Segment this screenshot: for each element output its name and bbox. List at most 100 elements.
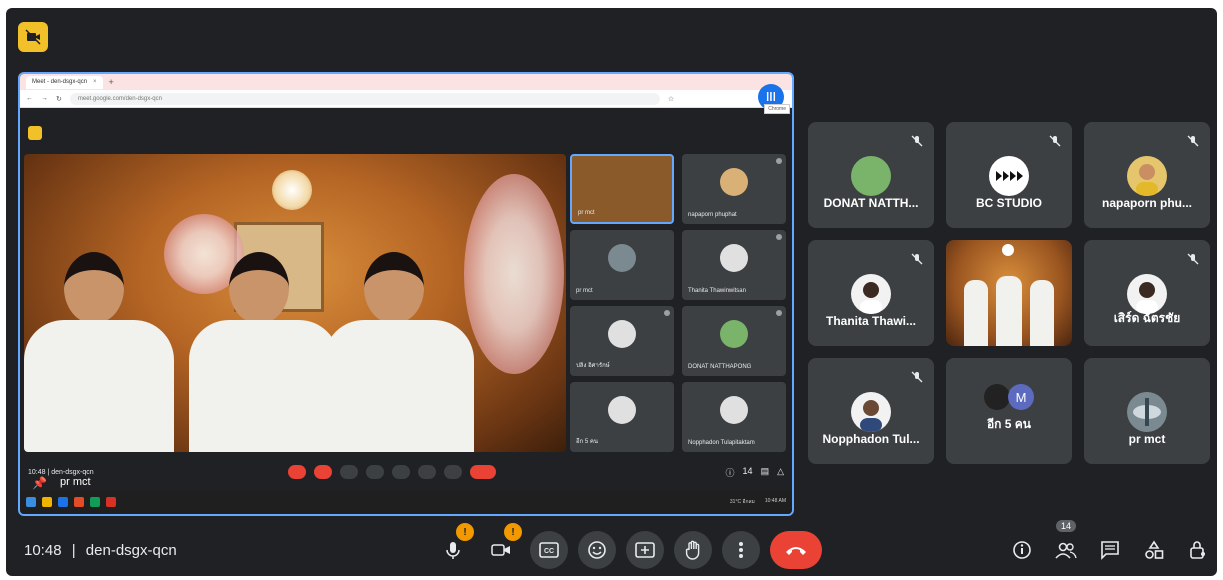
taskbar-app-icon[interactable] bbox=[74, 497, 84, 507]
present-icon bbox=[635, 542, 655, 558]
host-controls-button[interactable] bbox=[1182, 534, 1214, 566]
windows-taskbar: 31°C อีกลม 10:48 AM bbox=[20, 490, 792, 514]
participant-tile[interactable]: BC STUDIO bbox=[946, 122, 1072, 228]
call-controls: ! ! CC bbox=[434, 523, 822, 569]
participant-tile[interactable]: DONAT NATTH... bbox=[808, 122, 934, 228]
close-icon[interactable]: × bbox=[93, 79, 97, 85]
people-button[interactable]: 14 bbox=[1050, 520, 1082, 566]
end-call-button[interactable] bbox=[770, 531, 822, 569]
inner-present-button[interactable] bbox=[392, 465, 410, 479]
meeting-separator: | bbox=[71, 541, 76, 559]
inner-info-icon[interactable]: ⓘ bbox=[726, 466, 735, 479]
taskbar-app-icon[interactable] bbox=[58, 497, 68, 507]
mic-off-icon bbox=[911, 371, 923, 383]
address-text: meet.google.com/den-dsgx-qcn bbox=[77, 95, 162, 102]
participant-name: Nopphadon Tul... bbox=[822, 432, 920, 446]
emoji-icon bbox=[588, 541, 606, 559]
inner-chat-icon[interactable]: ▤ bbox=[761, 466, 770, 479]
inner-thumb[interactable]: Thanita Thawinwitsan bbox=[682, 230, 786, 300]
more-options-button[interactable] bbox=[722, 531, 760, 569]
browser-tab[interactable]: Meet - den-dsgx-qcn × bbox=[26, 75, 103, 89]
chat-button[interactable] bbox=[1094, 534, 1126, 566]
recording-indicator bbox=[18, 22, 48, 52]
captions-button[interactable]: CC bbox=[530, 531, 568, 569]
new-tab-icon[interactable]: + bbox=[109, 77, 114, 87]
participant-name: เสิร์ด ฉัตรชัย bbox=[1113, 311, 1181, 325]
inner-captions-button[interactable] bbox=[340, 465, 358, 479]
inner-emoji-button[interactable] bbox=[366, 465, 384, 479]
participant-tile[interactable]: Nopphadon Tul... bbox=[808, 358, 934, 464]
meeting-details-button[interactable] bbox=[1006, 534, 1038, 566]
tooltip: Chrome bbox=[764, 104, 790, 114]
mic-off-icon bbox=[1187, 135, 1199, 147]
present-button[interactable] bbox=[626, 531, 664, 569]
inner-thumb[interactable]: ปลิง อิศารักษ์ bbox=[570, 306, 674, 376]
info-icon bbox=[1013, 541, 1031, 559]
recording-icon bbox=[25, 29, 41, 45]
inner-thumb[interactable]: napaporn phuphat bbox=[682, 154, 786, 224]
inner-thumb[interactable]: pr mct bbox=[570, 230, 674, 300]
svg-text:CC: CC bbox=[544, 548, 554, 555]
participant-group-tile[interactable]: M อีก 5 คน bbox=[946, 358, 1072, 464]
inner-thumb[interactable]: อีก 5 คน bbox=[570, 382, 674, 452]
inner-more-button[interactable] bbox=[444, 465, 462, 479]
inner-control-bar: 10:48 | den-dsgx-qcn ⓘ 14 ▤ △ bbox=[20, 454, 792, 490]
participant-tile[interactable]: napaporn phu... bbox=[1084, 122, 1210, 228]
raise-hand-button[interactable] bbox=[674, 531, 712, 569]
person-avatar bbox=[851, 274, 891, 314]
more-vert-icon bbox=[739, 542, 743, 558]
pinned-name: pr mct bbox=[60, 476, 91, 488]
reload-icon[interactable]: ↻ bbox=[56, 95, 62, 103]
star-icon[interactable]: ☆ bbox=[668, 95, 674, 103]
taskbar-app-icon[interactable] bbox=[106, 497, 116, 507]
start-icon[interactable] bbox=[26, 497, 36, 507]
lock-person-icon bbox=[1190, 541, 1205, 559]
meet-window: Meet - den-dsgx-qcn × + ← → ↻ meet.googl… bbox=[6, 8, 1217, 576]
bc-studio-logo-icon bbox=[989, 156, 1029, 196]
bottom-control-bar: 10:48 | den-dsgx-qcn ! ! CC 14 bbox=[6, 520, 1217, 576]
address-bar[interactable]: meet.google.com/den-dsgx-qcn bbox=[69, 92, 660, 105]
back-icon[interactable]: ← bbox=[26, 95, 33, 102]
person-avatar bbox=[1127, 156, 1167, 196]
inner-people-count[interactable]: 14 bbox=[743, 466, 753, 479]
mic-warning-badge: ! bbox=[456, 523, 474, 541]
participant-tile[interactable]: เสิร์ด ฉัตรชัย bbox=[1084, 240, 1210, 346]
browser-tab-strip: Meet - den-dsgx-qcn × + bbox=[20, 74, 792, 90]
inner-thumb[interactable]: pr mct bbox=[570, 154, 674, 224]
hand-icon bbox=[685, 540, 700, 560]
camera-button[interactable]: ! bbox=[482, 523, 522, 569]
logo-avatar bbox=[1127, 392, 1167, 432]
forward-icon[interactable]: → bbox=[41, 95, 48, 102]
people-icon bbox=[1055, 542, 1077, 559]
people-count-badge: 14 bbox=[1056, 520, 1077, 532]
browser-tab-title: Meet - den-dsgx-qcn bbox=[32, 79, 88, 85]
inner-activities-icon[interactable]: △ bbox=[777, 466, 784, 479]
inner-camera-button[interactable] bbox=[314, 465, 332, 479]
participant-tile[interactable]: Thanita Thawi... bbox=[808, 240, 934, 346]
weather-text: 31°C อีกลม bbox=[729, 499, 755, 505]
inner-recording-icon bbox=[28, 126, 42, 140]
inner-end-call-button[interactable] bbox=[470, 465, 496, 479]
person-center bbox=[189, 252, 339, 452]
participant-video-tile[interactable] bbox=[946, 240, 1072, 346]
mic-button[interactable]: ! bbox=[434, 523, 474, 569]
person-right bbox=[324, 252, 474, 452]
inner-mic-button[interactable] bbox=[288, 465, 306, 479]
inner-thumb[interactable]: DONAT NATTHAPONG bbox=[682, 306, 786, 376]
right-controls: 14 bbox=[1006, 520, 1214, 566]
chat-icon bbox=[1101, 541, 1119, 560]
inner-hand-button[interactable] bbox=[418, 465, 436, 479]
participant-name: อีก 5 คน bbox=[986, 417, 1032, 431]
inner-thumb[interactable]: Nopphadon Tulapitaktam bbox=[682, 382, 786, 452]
taskbar-app-icon[interactable] bbox=[42, 497, 52, 507]
pin-icon[interactable]: 📌 bbox=[32, 476, 47, 490]
taskbar-app-icon[interactable] bbox=[90, 497, 100, 507]
participant-name: DONAT NATTH... bbox=[823, 196, 919, 210]
emoji-button[interactable] bbox=[578, 531, 616, 569]
browser-toolbar: ← → ↻ meet.google.com/den-dsgx-qcn ☆ ǀǀǀ… bbox=[20, 84, 792, 114]
activities-button[interactable] bbox=[1138, 534, 1170, 566]
camera-off-icon bbox=[491, 544, 510, 556]
inner-right-controls: ⓘ 14 ▤ △ bbox=[726, 466, 784, 479]
participant-tile[interactable]: pr mct bbox=[1084, 358, 1210, 464]
participant-name: napaporn phu... bbox=[1102, 196, 1192, 210]
